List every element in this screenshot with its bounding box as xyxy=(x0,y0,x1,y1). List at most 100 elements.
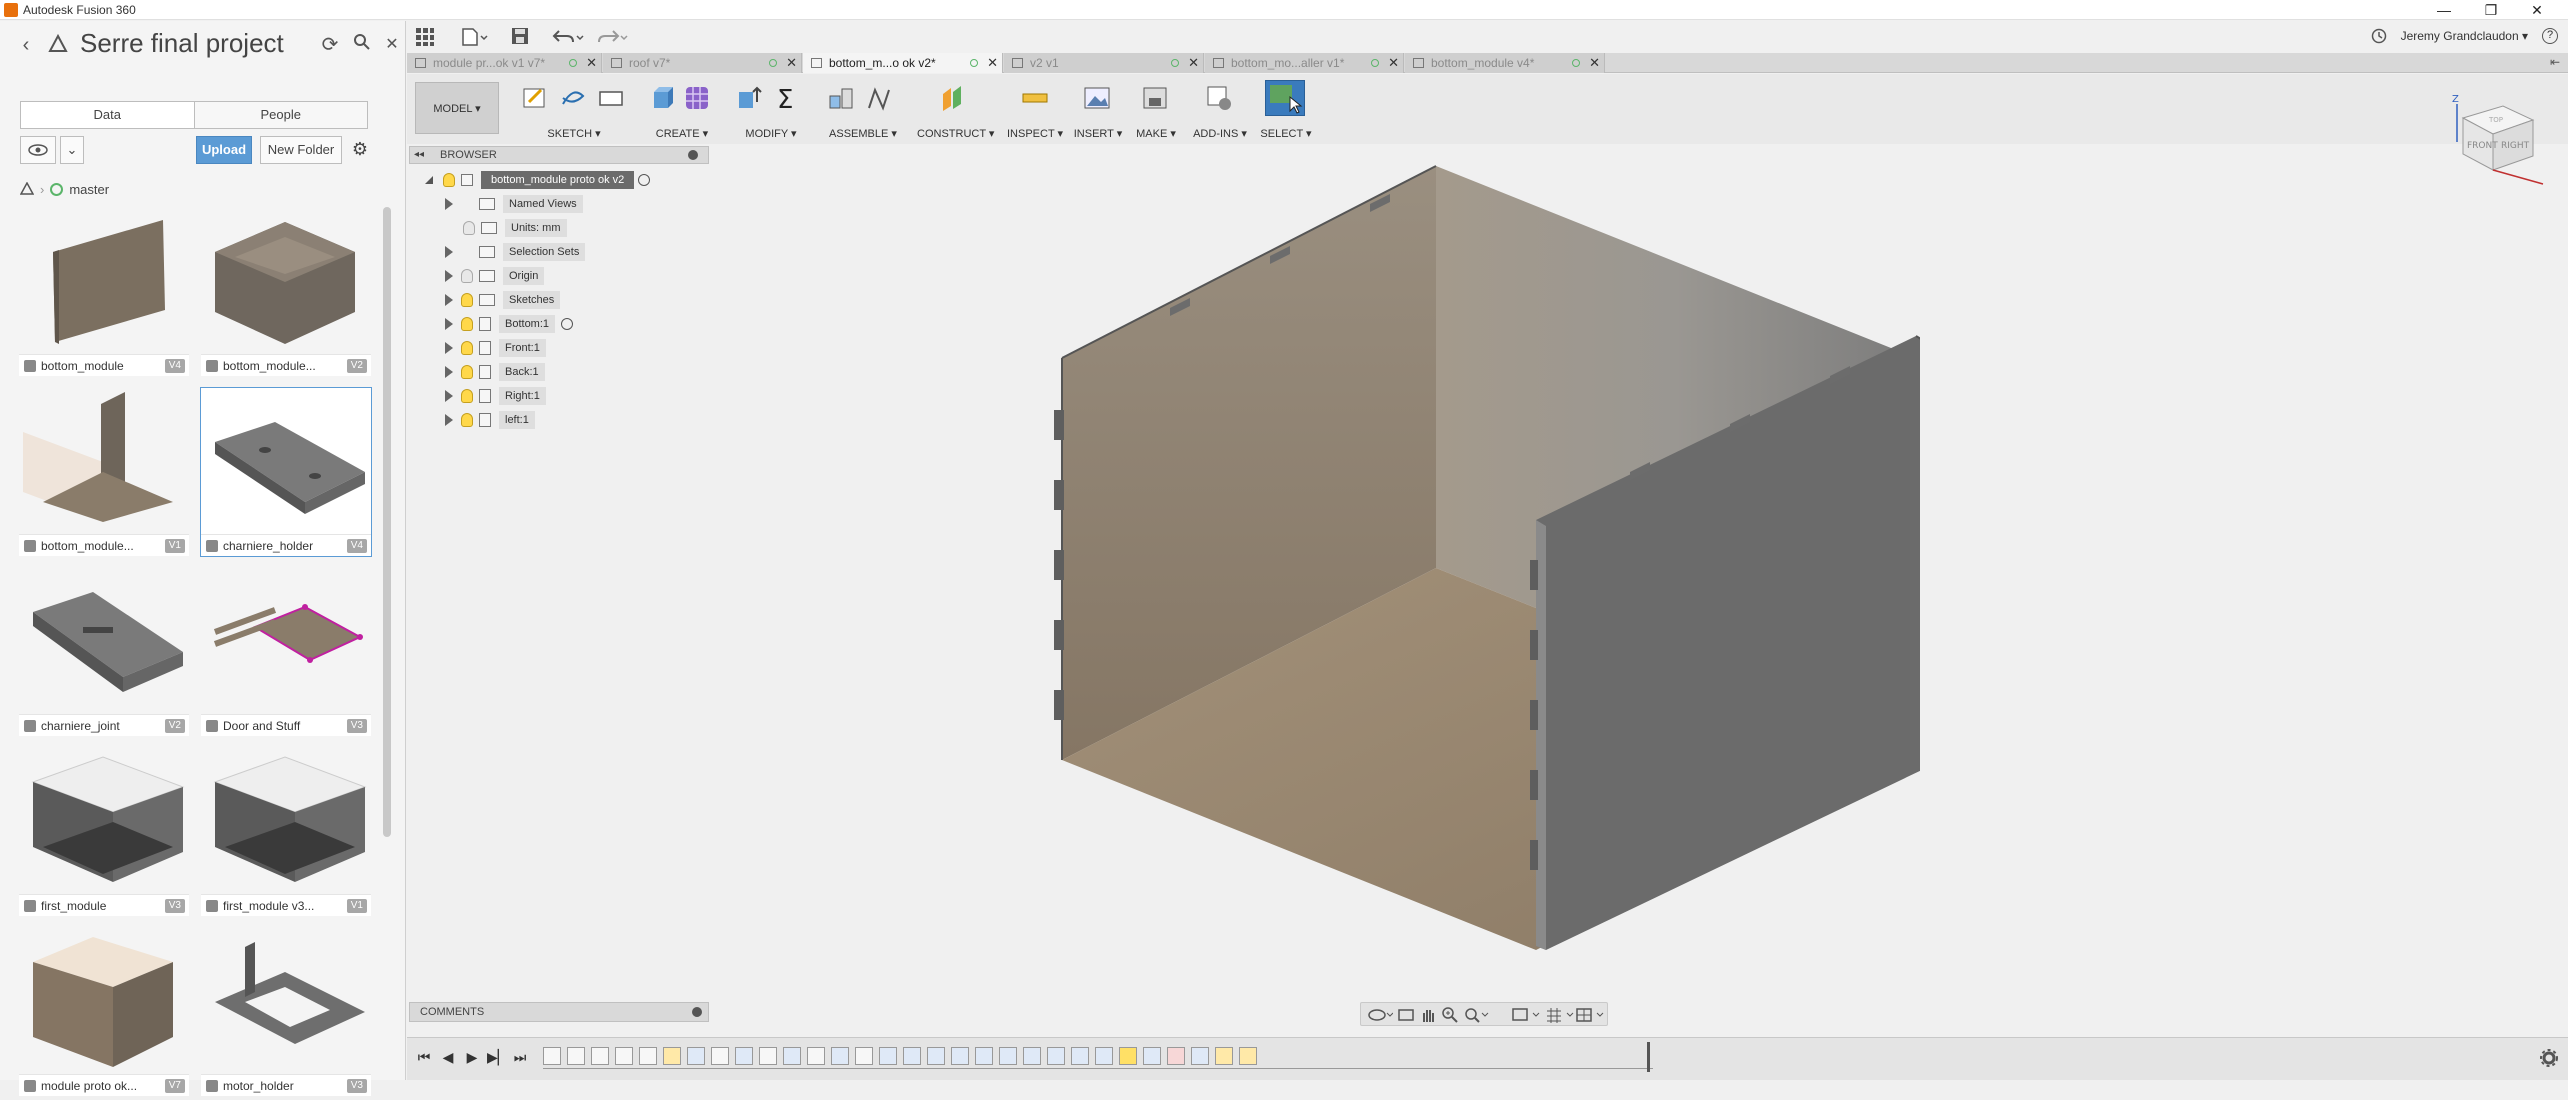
doc-tab[interactable]: roof v7* ✕ xyxy=(603,53,802,73)
node-label[interactable]: left:1 xyxy=(499,411,535,429)
timeline-feature-icon[interactable] xyxy=(1119,1047,1137,1065)
file-menu-icon[interactable] xyxy=(461,27,489,47)
browser-header[interactable]: ◂◂ BROWSER xyxy=(409,146,709,164)
doc-tab[interactable]: module pr...ok v1 v7* ✕ xyxy=(407,53,602,73)
design-item[interactable]: bottom_module... V1 xyxy=(18,387,190,557)
visibility-bulb-icon[interactable] xyxy=(461,389,473,403)
doc-tab-active[interactable]: bottom_m...o ok v2* ✕ xyxy=(803,53,1003,73)
expand-arrow-icon[interactable] xyxy=(445,390,453,402)
timeline-settings-gear-icon[interactable] xyxy=(2539,1048,2559,1068)
design-item[interactable]: bottom_module... V2 xyxy=(200,207,372,377)
timeline-feature-icon[interactable] xyxy=(951,1047,969,1065)
design-item[interactable]: bottom_module V4 xyxy=(18,207,190,377)
visibility-bulb-icon[interactable] xyxy=(461,413,473,427)
back-arrow-icon[interactable]: ‹ xyxy=(14,33,38,57)
view-toggle-button[interactable] xyxy=(20,136,56,164)
node-label[interactable]: Bottom:1 xyxy=(499,315,556,333)
insert-image-icon[interactable] xyxy=(1083,84,1111,112)
modify-group[interactable]: Σ MODIFY ▾ xyxy=(733,80,809,140)
orbit-icon[interactable] xyxy=(1367,1006,1393,1024)
make-group[interactable]: MAKE ▾ xyxy=(1133,80,1179,140)
timeline-feature-icon[interactable] xyxy=(735,1047,753,1065)
zoom-icon[interactable] xyxy=(1441,1006,1459,1024)
visibility-bulb-icon[interactable] xyxy=(461,365,473,379)
timeline-feature-icon[interactable] xyxy=(759,1047,777,1065)
design-item[interactable]: first_module V3 xyxy=(18,747,190,917)
tab-data[interactable]: Data xyxy=(21,102,195,128)
close-tab-icon[interactable]: ✕ xyxy=(1388,53,1399,73)
refresh-icon[interactable]: ⟳ xyxy=(318,33,342,57)
design-item[interactable]: first_module v3... V1 xyxy=(200,747,372,917)
expand-arrow-icon[interactable] xyxy=(445,414,453,426)
design-item[interactable]: module proto ok... V7 xyxy=(18,927,190,1097)
viewports-icon[interactable] xyxy=(1575,1006,1605,1024)
expand-arrow-icon[interactable] xyxy=(445,198,453,210)
rectangle-icon[interactable] xyxy=(597,84,625,112)
workspace-switcher[interactable]: MODEL ▾ xyxy=(415,82,499,134)
addins-group[interactable]: ADD-INS ▾ xyxy=(1189,80,1251,140)
sketch-group[interactable]: SKETCH ▾ xyxy=(519,80,629,140)
collapse-browser-icon[interactable]: ◂◂ xyxy=(414,147,424,163)
visibility-bulb-icon[interactable] xyxy=(443,173,455,187)
timeline-feature-icon[interactable] xyxy=(783,1047,801,1065)
timeline-feature-icon[interactable] xyxy=(1095,1047,1113,1065)
node-label[interactable]: Back:1 xyxy=(499,363,545,381)
expand-arrow-icon[interactable] xyxy=(445,246,453,258)
browser-node[interactable]: Front:1 xyxy=(445,338,546,358)
viewcube-right-label[interactable]: RIGHT xyxy=(2501,141,2530,151)
visibility-bulb-icon[interactable] xyxy=(461,293,473,307)
doc-tab[interactable]: v2 v1 ✕ xyxy=(1004,53,1204,73)
insert-menu[interactable]: INSERT ▾ xyxy=(1073,127,1123,140)
create-menu[interactable]: CREATE ▾ xyxy=(647,127,717,140)
timeline-feature-icon[interactable] xyxy=(831,1047,849,1065)
timeline-feature-icon[interactable] xyxy=(1239,1047,1257,1065)
close-tab-icon[interactable]: ✕ xyxy=(786,53,797,73)
timeline-feature-icon[interactable] xyxy=(1023,1047,1041,1065)
extrude-icon[interactable] xyxy=(649,84,677,112)
timeline-feature-icon[interactable] xyxy=(879,1047,897,1065)
timeline-feature-icon[interactable] xyxy=(1167,1047,1185,1065)
modify-menu[interactable]: MODIFY ▾ xyxy=(733,127,809,140)
3d-print-icon[interactable] xyxy=(1141,84,1169,112)
timeline-feature-icon[interactable] xyxy=(615,1047,633,1065)
assemble-menu[interactable]: ASSEMBLE ▾ xyxy=(825,127,901,140)
timeline-feature-icon[interactable] xyxy=(927,1047,945,1065)
insert-group[interactable]: INSERT ▾ xyxy=(1073,80,1123,140)
construct-group[interactable]: CONSTRUCT ▾ xyxy=(917,80,994,140)
form-icon[interactable] xyxy=(683,84,711,112)
measure-icon[interactable] xyxy=(1021,84,1049,112)
search-icon[interactable] xyxy=(350,33,374,57)
visibility-bulb-icon[interactable] xyxy=(461,317,473,331)
browser-node[interactable]: left:1 xyxy=(445,410,535,430)
timeline-feature-icon[interactable] xyxy=(855,1047,873,1065)
timeline-feature-icon[interactable] xyxy=(1071,1047,1089,1065)
activate-radio-icon[interactable] xyxy=(561,318,574,330)
joint-icon[interactable] xyxy=(865,84,893,112)
new-component-icon[interactable] xyxy=(827,84,855,112)
timeline-feature-icon[interactable] xyxy=(1047,1047,1065,1065)
browser-node[interactable]: Bottom:1 xyxy=(445,314,574,334)
node-label[interactable]: Selection Sets xyxy=(503,243,586,261)
grid-settings-icon[interactable] xyxy=(1545,1006,1575,1024)
data-panel-scrollbar[interactable] xyxy=(383,207,391,837)
sigma-icon[interactable]: Σ xyxy=(773,84,801,112)
activate-radio-icon[interactable] xyxy=(638,174,651,186)
timeline-feature-icon[interactable] xyxy=(903,1047,921,1065)
timeline-feature-icon[interactable] xyxy=(591,1047,609,1065)
expanded-icon[interactable] xyxy=(425,176,433,184)
node-label[interactable]: Sketches xyxy=(503,291,561,309)
browser-node[interactable]: Named Views xyxy=(445,194,583,214)
tab-overflow-icon[interactable]: ⇤ xyxy=(2550,55,2560,69)
sketch-menu[interactable]: SKETCH ▾ xyxy=(519,127,629,140)
addins-menu[interactable]: ADD-INS ▾ xyxy=(1189,127,1251,140)
pan-hand-icon[interactable] xyxy=(1419,1006,1437,1024)
upload-button[interactable]: Upload xyxy=(196,136,252,164)
timeline-feature-icon[interactable] xyxy=(543,1047,561,1065)
root-label[interactable]: bottom_module proto ok v2 xyxy=(481,171,635,189)
save-icon[interactable] xyxy=(511,27,531,47)
pin-comments-icon[interactable] xyxy=(692,1007,702,1017)
fit-icon[interactable] xyxy=(1463,1006,1489,1024)
design-item[interactable]: Door and Stuff V3 xyxy=(200,567,372,737)
display-settings-icon[interactable] xyxy=(1511,1006,1541,1024)
browser-node[interactable]: Right:1 xyxy=(445,386,546,406)
